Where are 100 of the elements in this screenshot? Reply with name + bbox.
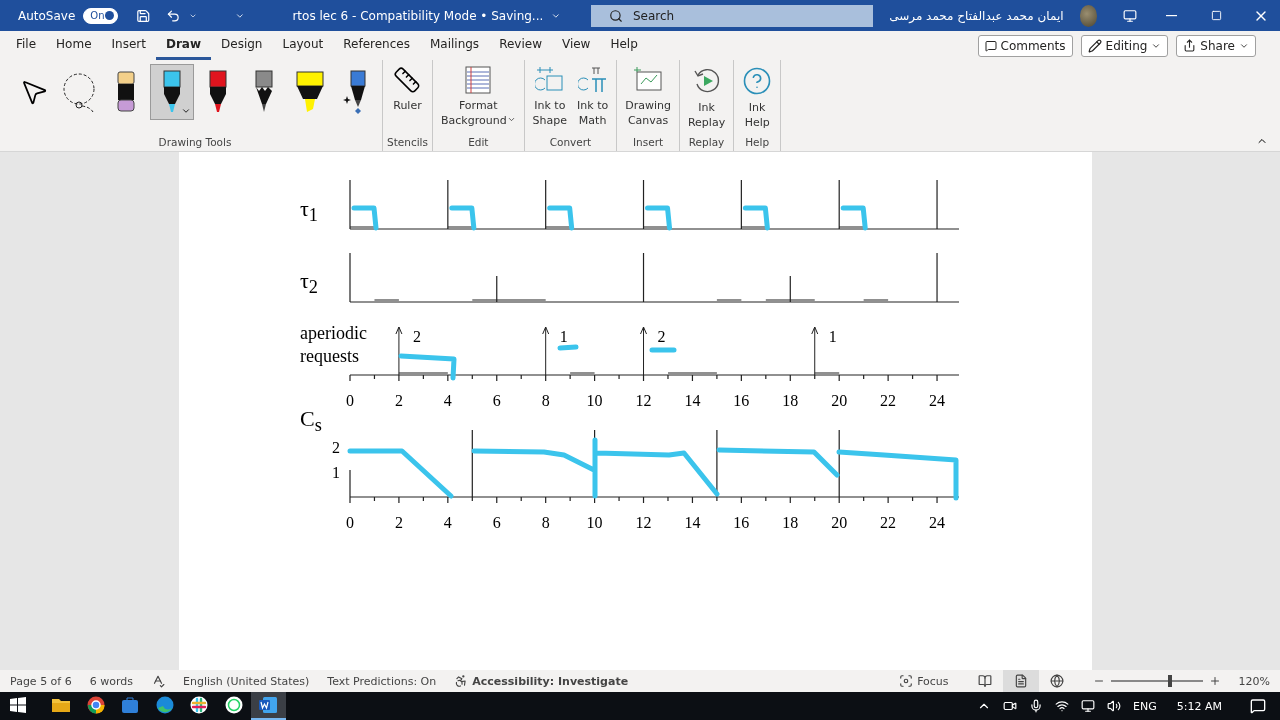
comments-button[interactable]: Comments xyxy=(977,34,1073,57)
request-count-label: 2 xyxy=(657,328,665,345)
row-label: aperiodic requests xyxy=(299,322,367,368)
view-button[interactable] xyxy=(1002,670,1039,692)
menu-tab[interactable]: View xyxy=(551,31,601,60)
input-language[interactable]: ENG xyxy=(1133,699,1157,713)
focus-icon xyxy=(899,674,914,688)
ribbon-button[interactable]: Drawing Canvas xyxy=(621,64,675,130)
axis-tick-label: 24 xyxy=(928,514,945,531)
axis-tick-label: 16 xyxy=(732,392,749,409)
menu-tab[interactable]: Mailings xyxy=(419,31,490,60)
ribbon-button[interactable]: Ink to Shape xyxy=(528,64,572,130)
axis-tick-label: 20 xyxy=(830,392,847,409)
axis-tick-label: 4 xyxy=(443,392,452,409)
axis-tick-label: 2 xyxy=(331,439,340,456)
accessibility-status[interactable]: Accessibility: Investigate xyxy=(472,674,629,688)
zoom-in-icon[interactable] xyxy=(1208,675,1221,687)
axis-tick-label: 24 xyxy=(928,392,945,409)
menu-tab[interactable]: Help xyxy=(600,31,648,60)
request-count-label: 1 xyxy=(828,328,837,345)
row-label: C$_{s}$ xyxy=(299,406,322,438)
menu-tab[interactable]: File xyxy=(6,31,47,60)
axis-tick-label: 22 xyxy=(879,514,896,531)
axis-tick-label: 4 xyxy=(443,514,452,531)
group-label: Convert xyxy=(549,136,592,150)
volume-icon[interactable] xyxy=(1107,699,1122,713)
taskbar-app-button[interactable] xyxy=(251,692,286,720)
camera-icon[interactable] xyxy=(1003,699,1018,713)
menu-tab[interactable]: Design xyxy=(211,31,273,60)
axis-tick-label: 18 xyxy=(781,392,798,409)
user-name: ايمان محمد عبدالفتاح محمد مرسى xyxy=(889,8,1064,23)
page-icon xyxy=(1013,674,1028,688)
accessibility-icon xyxy=(454,674,469,688)
menu-tab[interactable]: Draw xyxy=(155,31,211,60)
row-label: τ$_{2}$ xyxy=(299,268,318,300)
display-icon[interactable] xyxy=(1081,699,1096,713)
ribbon-button[interactable]: Ruler xyxy=(389,64,426,115)
menu-tab[interactable]: Home xyxy=(46,31,102,60)
drawing-canvas-icon xyxy=(633,66,664,94)
axis-tick-label: 22 xyxy=(879,392,896,409)
microphone-icon[interactable] xyxy=(1029,699,1044,713)
store-icon xyxy=(121,696,140,714)
windows-logo-icon xyxy=(10,697,26,713)
group-label: Help xyxy=(745,136,770,150)
axis-tick-label: 10 xyxy=(586,514,603,531)
axis-tick-label: 10 xyxy=(586,392,603,409)
ribbon-button[interactable]: Ink Replay xyxy=(683,64,730,132)
word-count[interactable]: 6 words xyxy=(89,674,133,688)
clock[interactable]: 5:12 AM xyxy=(1176,699,1222,713)
globe-icon xyxy=(1049,674,1064,688)
zoom-slider-thumb[interactable] xyxy=(1168,675,1173,687)
axis-tick-label: 20 xyxy=(830,514,847,531)
ribbon-button[interactable]: Ink to Math xyxy=(573,64,613,130)
search-placeholder: Search xyxy=(633,8,675,23)
axis-tick-label: 0 xyxy=(345,514,354,531)
axis-tick-label: 6 xyxy=(492,514,501,531)
ribbon-button[interactable]: Format Background xyxy=(437,64,520,130)
eraser-icon xyxy=(117,71,135,113)
group-label: Stencils xyxy=(387,136,428,150)
menu-tab[interactable]: References xyxy=(333,31,420,60)
focus-button[interactable]: Focus xyxy=(917,674,949,688)
restore-icon xyxy=(1210,10,1222,21)
window-title: rtos lec 6 - Compatibility Mode • Saving... xyxy=(292,8,544,23)
help-icon xyxy=(742,66,773,96)
comment-icon xyxy=(984,39,997,52)
share-icon xyxy=(1183,39,1197,52)
menu-tab[interactable]: Insert xyxy=(101,31,156,60)
menu-tab[interactable]: Review xyxy=(489,31,552,60)
notifications-icon[interactable] xyxy=(1250,698,1266,714)
request-count-label: 1 xyxy=(559,328,568,345)
zoom-level[interactable]: 120% xyxy=(1238,674,1270,688)
axis-tick-label: 16 xyxy=(732,514,749,531)
search-field[interactable]: Search xyxy=(591,4,874,27)
axis-tick-label: 8 xyxy=(541,514,550,531)
editing-button[interactable]: Editing xyxy=(1080,34,1169,57)
drawing-tool-button[interactable] xyxy=(150,64,194,120)
chat-app-icon xyxy=(224,696,243,714)
proofing-icon[interactable] xyxy=(151,674,165,688)
network-icon[interactable] xyxy=(1055,699,1070,713)
axis-tick-label: 12 xyxy=(635,514,651,531)
monitor-icon xyxy=(1122,8,1137,23)
group-label: Insert xyxy=(633,136,664,150)
language-status[interactable]: English (United States) xyxy=(183,674,310,688)
caret-icon[interactable] xyxy=(181,106,191,116)
ruler-icon xyxy=(393,66,422,94)
search-icon xyxy=(609,8,623,23)
ribbon-button[interactable]: Ink Help xyxy=(738,64,777,132)
minimize-icon xyxy=(1165,14,1177,17)
text-predictions-status[interactable]: Text Predictions: On xyxy=(327,674,437,688)
share-button[interactable]: Share xyxy=(1176,34,1256,57)
lined-paper-icon xyxy=(464,66,493,94)
page-count[interactable]: Page 5 of 6 xyxy=(10,674,72,688)
axis-tick-label: 14 xyxy=(683,392,700,409)
axis-tick-label: 1 xyxy=(331,464,340,481)
book-icon xyxy=(977,674,992,688)
axis-tick-label: 14 xyxy=(683,514,700,531)
autosave-toggle[interactable]: On xyxy=(83,7,118,24)
menu-tab[interactable]: Layout xyxy=(272,31,334,60)
axis-tick-label: 0 xyxy=(345,392,354,409)
pencil-icon xyxy=(1087,38,1102,53)
